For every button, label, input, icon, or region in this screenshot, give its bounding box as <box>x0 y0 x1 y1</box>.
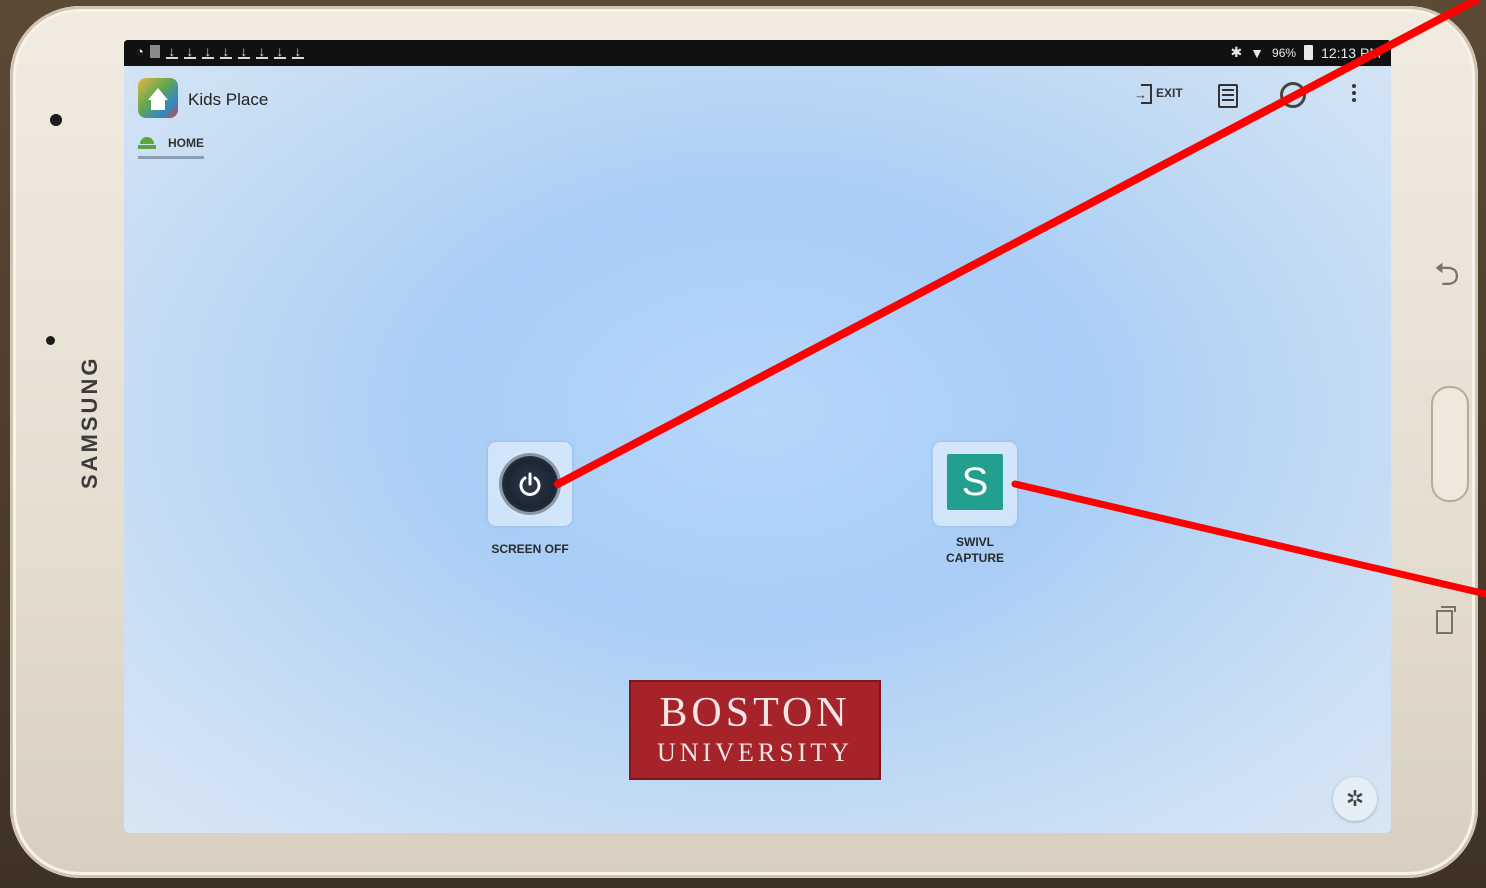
document-button[interactable] <box>1218 84 1238 108</box>
download-icon: ↓ <box>291 44 304 59</box>
notification-icons: ◔ ↓ ↓ ↓ ↓ ↓ ↓ ↓ ↓ <box>136 44 304 59</box>
tab-strip: HOME <box>138 136 204 159</box>
boston-university-logo: BOSTON UNIVERSITY <box>629 680 881 780</box>
wifi-notification-icon: ◔ <box>136 44 144 59</box>
battery-icon <box>1304 45 1314 60</box>
document-icon <box>1218 84 1238 108</box>
swivl-capture-app[interactable]: S <box>933 442 1017 526</box>
system-status: ✱ ▼ 96% 12:13 PM <box>1230 44 1381 61</box>
download-icon: ↓ <box>237 44 250 59</box>
screen-off-app[interactable] <box>488 442 572 526</box>
gear-icon: ✲ <box>1345 786 1365 811</box>
power-icon <box>502 456 558 512</box>
exit-button[interactable]: → EXIT <box>1134 84 1183 104</box>
kids-place-logo-icon[interactable] <box>138 78 178 118</box>
download-icon: ↓ <box>273 44 286 59</box>
home-key[interactable] <box>1431 386 1469 502</box>
kids-place-app: Kids Place → EXIT HOME SCREEN OFF S SWIV… <box>124 66 1391 833</box>
status-bar: ◔ ↓ ↓ ↓ ↓ ↓ ↓ ↓ ↓ ✱ ▼ 96% 12:13 PM <box>124 40 1391 66</box>
recent-apps-key-icon[interactable] <box>1436 606 1456 634</box>
back-key-icon[interactable]: ⮌ <box>1434 252 1460 306</box>
swivl-label-line2: CAPTURE <box>945 551 1004 565</box>
logo-line2: UNIVERSITY <box>657 738 853 767</box>
exit-icon: → <box>1134 84 1152 104</box>
download-icon: ↓ <box>255 44 268 59</box>
battery-percent: 96% <box>1272 45 1297 60</box>
settings-gear-button[interactable]: ✲ <box>1333 777 1377 821</box>
tab-home[interactable]: HOME <box>138 136 204 159</box>
app-notification-icon <box>149 45 160 58</box>
screen-off-label: SCREEN OFF <box>491 542 569 556</box>
tab-home-label: HOME <box>168 136 204 150</box>
logo-line1: BOSTON <box>659 690 851 736</box>
more-vert-icon <box>1352 84 1356 102</box>
app-title: Kids Place <box>188 90 269 109</box>
sensor <box>46 336 55 345</box>
exit-label: EXIT <box>1156 86 1183 100</box>
wifi-icon: ▼ <box>1250 44 1265 61</box>
swivl-label-line1: SWIVL <box>956 535 994 549</box>
swivl-capture-label: SWIVL CAPTURE <box>915 534 1035 566</box>
tablet-screen: ◔ ↓ ↓ ↓ ↓ ↓ ↓ ↓ ↓ ✱ ▼ 96% 12:13 PM Kids … <box>124 40 1391 833</box>
android-icon <box>138 137 156 149</box>
action-bar: Kids Place → EXIT <box>124 66 1391 126</box>
front-camera <box>50 114 62 126</box>
download-icon: ↓ <box>165 44 178 59</box>
download-icon: ↓ <box>201 44 214 59</box>
timer-button[interactable] <box>1280 82 1306 108</box>
clock: 12:13 PM <box>1321 44 1381 61</box>
download-icon: ↓ <box>219 44 232 59</box>
overflow-menu-button[interactable] <box>1352 84 1356 102</box>
download-icon: ↓ <box>183 44 196 59</box>
bluetooth-icon: ✱ <box>1230 44 1243 60</box>
samsung-logo: SAMSUNG <box>77 355 102 489</box>
timer-icon <box>1280 82 1306 108</box>
swivl-s-icon: S <box>947 454 1003 510</box>
